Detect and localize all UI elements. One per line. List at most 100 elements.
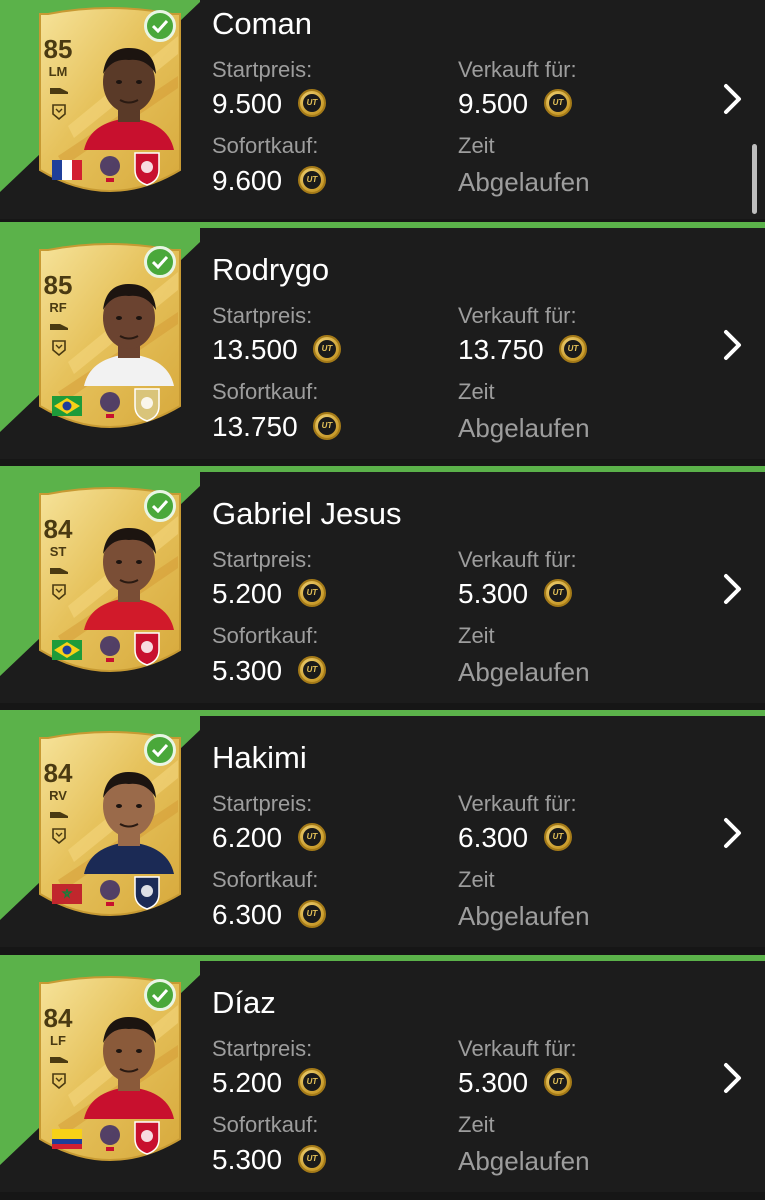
player-position: LF (50, 1033, 66, 1048)
player-position: LM (48, 64, 68, 79)
start-price-label: Startpreis: (212, 547, 313, 572)
buy-now-value: 13.750 (212, 411, 298, 442)
arsenal-badge (134, 632, 160, 666)
coin-icon: UT (298, 656, 326, 684)
time-remaining-value: Abgelaufen (458, 901, 590, 931)
chevron-right-icon[interactable] (722, 816, 744, 850)
sold-check-icon (144, 734, 176, 766)
time-remaining-value: Abgelaufen (458, 167, 590, 197)
boot-icon (50, 568, 68, 574)
player-portrait (84, 772, 174, 874)
player-portrait (84, 528, 174, 630)
start-price-value: 5.200 (212, 578, 283, 609)
player-name: Coman (212, 6, 312, 41)
start-price-label: Startpreis: (212, 57, 313, 82)
time-remaining-value: Abgelaufen (458, 413, 590, 443)
sold-for-label: Verkauft für: (458, 547, 577, 572)
sold-for-label: Verkauft für: (458, 791, 577, 816)
boot-icon (50, 324, 68, 330)
start-price-value: 13.500 (212, 334, 298, 365)
chemistry-style-icon (52, 340, 66, 356)
player-card[interactable]: 84 ST (28, 486, 192, 682)
chemistry-style-icon (52, 104, 66, 120)
start-price-value: 6.200 (212, 822, 283, 853)
player-name: Rodrygo (212, 252, 330, 287)
list-item[interactable]: 84 LF Díaz Startpreis: 5.200 UT Verkauft… (0, 955, 765, 1192)
player-rating: 85 (43, 270, 73, 300)
start-price-value: 5.200 (212, 1067, 283, 1098)
player-position: RF (49, 300, 67, 315)
boot-icon (50, 88, 68, 94)
premier-league-logo (100, 636, 120, 662)
chevron-right-icon[interactable] (722, 572, 744, 606)
chemistry-style-icon (52, 584, 66, 600)
player-rating: 85 (43, 34, 73, 64)
real-madrid-badge (134, 388, 160, 422)
premier-league-logo (100, 1125, 120, 1151)
sold-check-icon (144, 246, 176, 278)
buy-now-value: 9.600 (212, 165, 283, 196)
time-label: Zeit (458, 379, 495, 404)
player-position: ST (49, 544, 67, 559)
player-card[interactable]: 84 RV (28, 730, 192, 926)
sold-check-icon (144, 10, 176, 42)
chemistry-style-icon (52, 828, 66, 844)
coin-icon: UT (544, 1068, 572, 1096)
time-label: Zeit (458, 1112, 495, 1137)
player-card[interactable]: 85 LM (28, 6, 192, 202)
player-portrait (84, 48, 174, 150)
player-rating: 84 (43, 514, 73, 544)
player-portrait (84, 284, 174, 386)
coin-icon: UT (298, 823, 326, 851)
coin-icon: UT (313, 412, 341, 440)
coin-icon: UT (298, 579, 326, 607)
start-price-label: Startpreis: (212, 1036, 313, 1061)
player-card[interactable]: 84 LF (28, 975, 192, 1171)
liverpool-badge (134, 1121, 160, 1155)
list-item[interactable]: 85 RF Rodrygo Startpreis: 13.500 UT Verk… (0, 222, 765, 459)
player-card[interactable]: 85 RF (28, 242, 192, 438)
chemistry-style-icon (52, 1073, 66, 1089)
coin-icon: UT (298, 1068, 326, 1096)
player-portrait (84, 1017, 174, 1119)
sold-for-value: 9.500 (458, 88, 529, 119)
player-position: RV (49, 788, 67, 803)
coin-icon: UT (313, 335, 341, 363)
ligue1-logo (100, 880, 120, 906)
buy-now-label: Sofortkauf: (212, 379, 319, 404)
coin-icon: UT (544, 579, 572, 607)
sold-check-icon (144, 979, 176, 1011)
sold-for-label: Verkauft für: (458, 57, 577, 82)
list-item[interactable]: 85 LM Coman Startpreis: 9.500 UT Verkauf… (0, 0, 765, 219)
player-name: Gabriel Jesus (212, 496, 402, 531)
boot-icon (50, 1057, 68, 1063)
time-label: Zeit (458, 867, 495, 892)
coin-icon: UT (544, 823, 572, 851)
time-remaining-value: Abgelaufen (458, 657, 590, 687)
scrollbar[interactable] (752, 144, 757, 214)
buy-now-value: 6.300 (212, 899, 283, 930)
list-item[interactable]: 84 RV Hakimi Startpreis: 6.200 UT Verkau… (0, 710, 765, 947)
start-price-value: 9.500 (212, 88, 283, 119)
coin-icon: UT (298, 1145, 326, 1173)
laliga-logo (100, 392, 120, 418)
sold-for-label: Verkauft für: (458, 1036, 577, 1061)
coin-icon: UT (298, 166, 326, 194)
player-name: Díaz (212, 985, 276, 1020)
sold-for-value: 6.300 (458, 822, 529, 853)
player-name: Hakimi (212, 740, 307, 775)
time-remaining-value: Abgelaufen (458, 1146, 590, 1176)
chevron-right-icon[interactable] (722, 82, 744, 116)
chevron-right-icon[interactable] (722, 1061, 744, 1095)
chevron-right-icon[interactable] (722, 328, 744, 362)
list-item[interactable]: 84 ST Gabriel Jesus Startpreis: 5.200 UT… (0, 466, 765, 703)
sold-items-list[interactable]: 85 LM Coman Startpreis: 9.500 UT Verkauf… (0, 0, 765, 1200)
psg-badge (134, 876, 160, 910)
sold-for-value: 13.750 (458, 334, 544, 365)
start-price-label: Startpreis: (212, 303, 313, 328)
coin-icon: UT (559, 335, 587, 363)
bayern-badge (134, 152, 160, 186)
start-price-label: Startpreis: (212, 791, 313, 816)
buy-now-value: 5.300 (212, 655, 283, 686)
sold-check-icon (144, 490, 176, 522)
